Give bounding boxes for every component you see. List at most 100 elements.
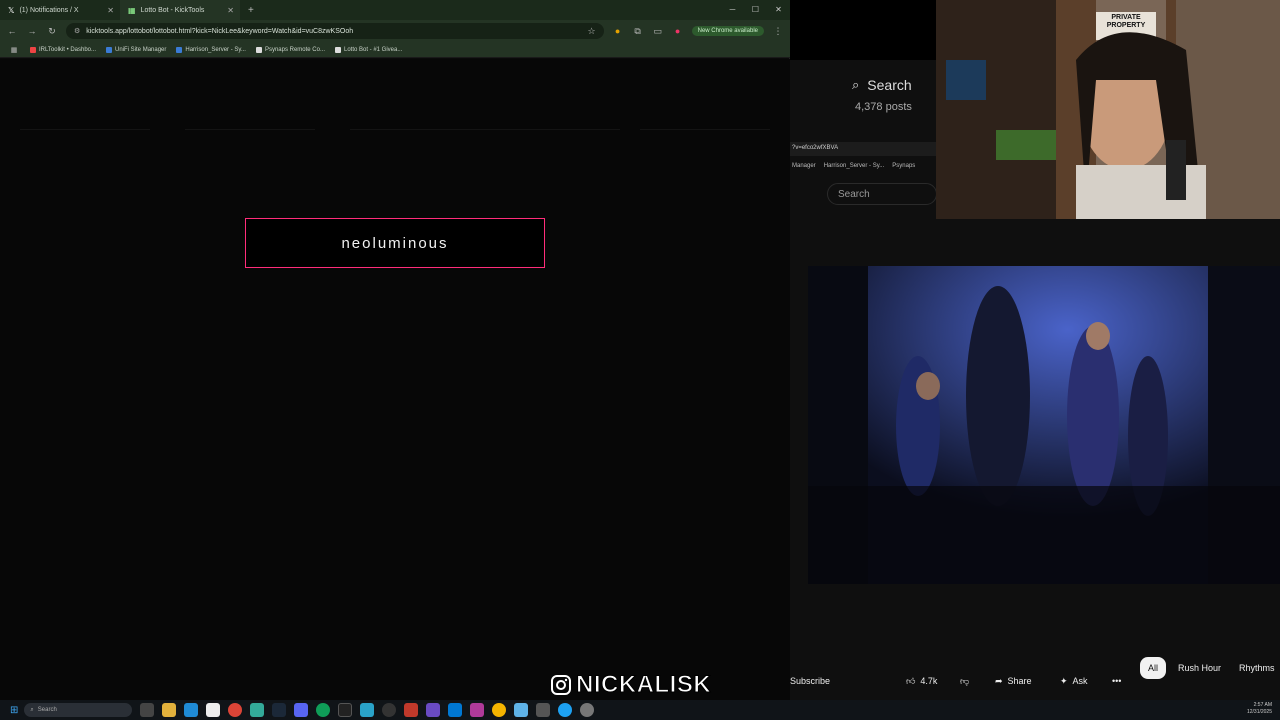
private-property-sign: PRIVATE PROPERTY — [1106, 14, 1146, 29]
clock-time: 2:57 AM — [1253, 702, 1272, 708]
more-actions-button[interactable]: ••• — [1112, 671, 1121, 691]
thumbs-down-icon: 👎︎ — [960, 675, 970, 686]
adobe-icon[interactable] — [404, 703, 419, 717]
tab-lotto-bot[interactable]: ▦ Lotto Bot - KickTools ✕ — [120, 0, 240, 20]
tab-label: (1) Notifications / X — [19, 6, 79, 14]
app-icon-5[interactable] — [536, 703, 551, 717]
dim-panel-right — [350, 129, 620, 429]
bookmark-psynaps[interactable]: Psynaps — [892, 163, 915, 169]
bookmark-harrison[interactable]: Harrison_Server - Sy... — [176, 46, 246, 53]
like-count: 4.7k — [920, 676, 938, 686]
reload-icon[interactable]: ↻ — [46, 26, 58, 37]
bookmark-icon — [334, 46, 341, 53]
address-bar[interactable]: ⚙ kicktools.app/lottobot/lottobot.html?k… — [66, 23, 604, 39]
chip-all[interactable]: All — [1140, 657, 1167, 679]
chip-rhythms[interactable]: Rhythms — [1231, 657, 1280, 679]
close-tab-icon[interactable]: ✕ — [227, 6, 234, 15]
obs-icon[interactable] — [382, 703, 397, 717]
dislike-button[interactable]: 👎︎ — [960, 671, 969, 691]
chip-rush-hour[interactable]: Rush Hour — [1170, 657, 1229, 679]
app-icon-3[interactable] — [426, 703, 441, 717]
forward-icon[interactable]: → — [26, 26, 38, 36]
menu-icon[interactable]: ⋮ — [772, 26, 784, 37]
instagram-watermark: NICKALISK — [550, 671, 712, 699]
windows-start-icon[interactable]: ⊞ — [10, 705, 18, 716]
watermark-handle: NICKALISK — [575, 671, 712, 699]
youtube-search-large[interactable]: ⌕ Search — [840, 70, 950, 100]
chrome-icon-3[interactable] — [492, 703, 507, 717]
youtube-url-fragment: ?v=efco2wfXBVA — [790, 142, 936, 156]
url-text: kicktools.app/lottobot/lottobot.html?kic… — [86, 27, 354, 35]
video-frame — [808, 266, 1280, 584]
posts-count: 4,378 posts — [855, 101, 912, 113]
bookmark-harrison[interactable]: Harrison_Server - Sy... — [824, 163, 885, 169]
edge-icon[interactable] — [184, 703, 199, 717]
youtube-bookmarks: Manager Harrison_Server - Sy... Psynaps — [790, 159, 936, 173]
back-icon[interactable]: ← — [6, 26, 18, 36]
share-icon: ➦ — [995, 675, 1003, 686]
apps-icon[interactable]: ▦ — [8, 46, 20, 54]
more-icon: ••• — [1112, 676, 1122, 686]
app-icon[interactable] — [250, 703, 265, 717]
share-label: Share — [1007, 676, 1032, 686]
puzzle-icon[interactable]: ⧉ — [632, 26, 644, 37]
app-icon-6[interactable] — [558, 703, 573, 717]
video-player[interactable] — [808, 266, 1280, 584]
webcam-image — [936, 0, 1280, 219]
terminal-icon[interactable] — [338, 703, 353, 717]
bookmark-unifi[interactable]: UniFi Site Manager — [106, 46, 166, 53]
site-info-icon[interactable]: ⚙ — [74, 27, 80, 35]
subscribe-button[interactable]: Subscribe — [790, 671, 830, 691]
like-button[interactable]: 👍︎ 4.7k — [906, 671, 937, 691]
task-view-icon[interactable] — [140, 703, 155, 717]
bookmark-psynaps[interactable]: Psynaps Remote Co... — [255, 46, 325, 53]
bookmarks-bar: ▦ IRLToolkit • Dashbo... UniFi Site Mana… — [0, 42, 790, 58]
bookmark-icon — [106, 46, 113, 53]
window-controls: ─ ☐ ✕ — [721, 0, 790, 20]
extension-icon[interactable]: ● — [612, 26, 624, 36]
kicktools-icon: ▦ — [128, 5, 136, 15]
app-icon-4[interactable] — [470, 703, 485, 717]
dim-panel-mid — [185, 129, 315, 429]
clock-date: 12/31/2025 — [1246, 709, 1272, 715]
steam-icon[interactable] — [272, 703, 287, 717]
system-clock[interactable]: 2:57 AM 12/31/2025 — [1247, 702, 1272, 716]
app-icon-2[interactable] — [360, 703, 375, 717]
search-icon: ⌕ — [852, 77, 860, 92]
new-tab-button[interactable]: + — [240, 0, 262, 20]
bookmark-irltoolkit[interactable]: IRLToolkit • Dashbo... — [30, 46, 96, 53]
tab-bar: 𝕏 (1) Notifications / X ✕ ▦ Lotto Bot - … — [0, 0, 790, 20]
x-icon: 𝕏 — [8, 5, 15, 15]
close-tab-icon[interactable]: ✕ — [107, 6, 114, 15]
taskbar: ⊞ ⌕ Search 2:57 AM 12/31/2025 — [0, 700, 1280, 720]
tab-notifications[interactable]: 𝕏 (1) Notifications / X ✕ — [0, 0, 120, 20]
share-button[interactable]: ➦ Share — [995, 671, 1032, 691]
ask-button[interactable]: ✦ Ask — [1060, 671, 1088, 691]
minimize-icon[interactable]: ─ — [721, 0, 744, 20]
bookmark-icon — [176, 46, 183, 53]
maximize-icon[interactable]: ☐ — [744, 0, 767, 20]
taskbar-search[interactable]: ⌕ Search — [24, 703, 133, 717]
store-icon[interactable] — [206, 703, 221, 717]
dim-panel-left — [20, 129, 150, 429]
webcam-feed: PRIVATE PROPERTY — [936, 0, 1280, 219]
discord-icon[interactable] — [294, 703, 309, 717]
sidepanel-icon[interactable]: ▭ — [652, 26, 664, 37]
new-chrome-pill[interactable]: New Chrome available — [691, 26, 764, 36]
file-explorer-icon[interactable] — [162, 703, 177, 717]
youtube-search-input[interactable]: Search — [827, 183, 937, 205]
profile-avatar[interactable]: ● — [672, 26, 684, 36]
bookmark-manager[interactable]: Manager — [792, 163, 816, 169]
bookmark-icon — [255, 46, 262, 53]
app-icon-7[interactable] — [580, 703, 595, 717]
chrome-icon-2[interactable] — [316, 703, 331, 717]
close-window-icon[interactable]: ✕ — [767, 0, 790, 20]
notepad-icon[interactable] — [514, 703, 529, 717]
bookmark-lottobot[interactable]: Lotto Bot - #1 Givea... — [334, 46, 402, 53]
bookmark-star-icon[interactable]: ☆ — [588, 26, 596, 37]
tab-label: Lotto Bot - KickTools — [140, 6, 205, 14]
vscode-icon[interactable] — [448, 703, 463, 717]
chrome-icon[interactable] — [228, 703, 243, 717]
winner-name: neoluminous — [341, 234, 449, 252]
taskbar-search-label: Search — [37, 707, 57, 713]
